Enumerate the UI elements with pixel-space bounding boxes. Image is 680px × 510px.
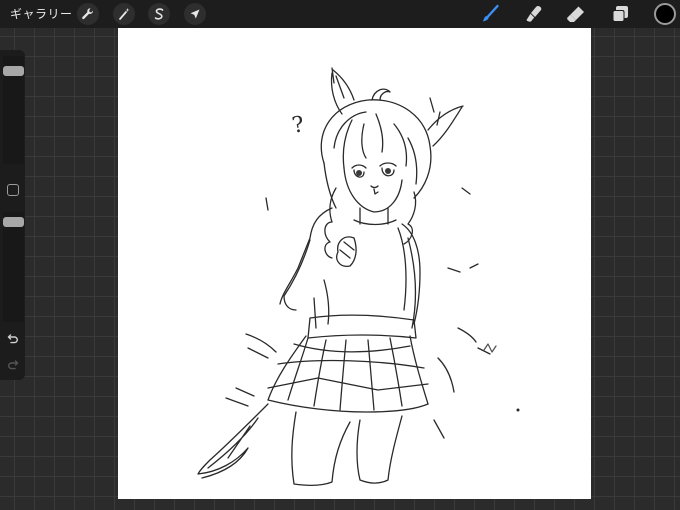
opacity-slider[interactable] [3, 212, 24, 322]
transform-button[interactable] [184, 3, 206, 25]
redo-icon [8, 360, 19, 370]
eraser-button[interactable] [565, 3, 587, 25]
wrench-icon [82, 8, 94, 20]
sketch-question-mark: ? [290, 112, 306, 139]
smudge-icon [526, 6, 542, 22]
layers-button[interactable] [609, 3, 631, 25]
eraser-icon [567, 6, 584, 22]
adjustments-button[interactable] [113, 3, 135, 25]
sketch-artwork: ? [197, 67, 520, 486]
layers-icon [612, 6, 628, 22]
color-picker-button[interactable] [654, 3, 676, 25]
left-sidebar [0, 50, 25, 380]
arrow-cursor-icon [190, 9, 200, 19]
modify-button[interactable] [7, 184, 19, 196]
actions-button[interactable] [77, 3, 99, 25]
magic-wand-icon [119, 8, 130, 20]
top-toolbar: ギャラリー [0, 0, 680, 28]
brush-size-handle[interactable] [3, 65, 24, 76]
undo-icon [7, 334, 18, 344]
brush-button[interactable] [479, 3, 501, 25]
drawing-canvas[interactable]: ? [118, 28, 591, 499]
opacity-handle[interactable] [3, 217, 24, 227]
redo-button[interactable] [4, 356, 22, 374]
selection-s-icon [154, 8, 164, 20]
gallery-button[interactable]: ギャラリー [10, 5, 73, 23]
undo-button[interactable] [4, 330, 22, 348]
brush-icon [483, 4, 499, 22]
selection-button[interactable] [148, 3, 170, 25]
smudge-button[interactable] [523, 3, 545, 25]
